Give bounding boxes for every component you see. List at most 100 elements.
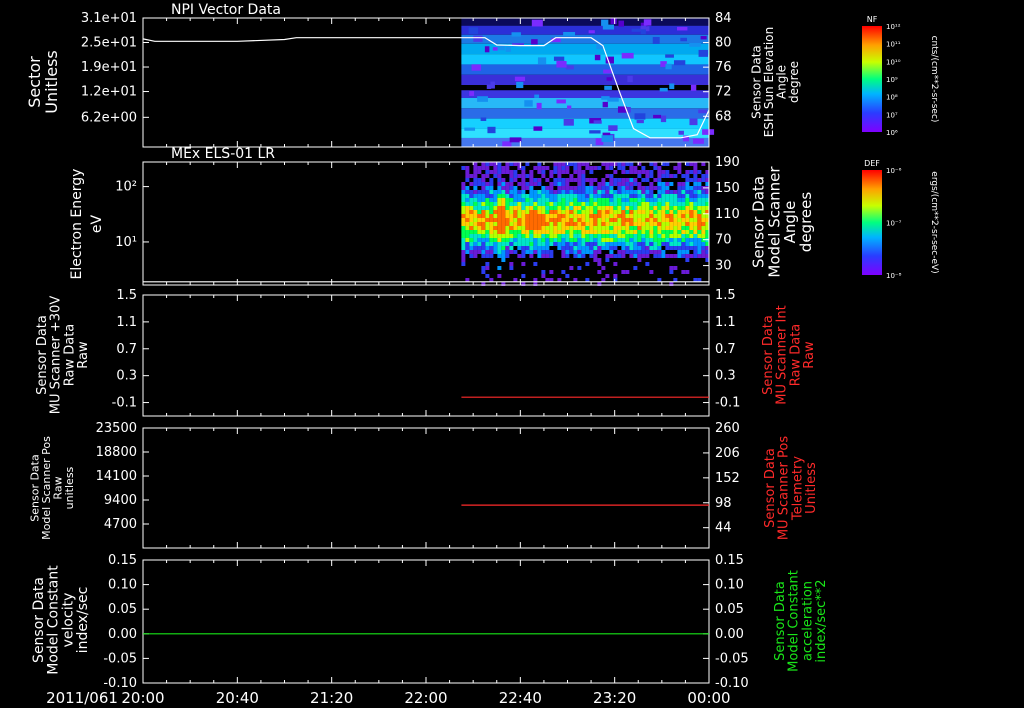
els-spectrogram-cell bbox=[529, 254, 534, 258]
els-spectrogram-cell bbox=[601, 230, 606, 234]
els-spectrogram-cell bbox=[541, 210, 546, 214]
els-spectrogram-cell bbox=[665, 218, 670, 222]
els-spectrogram-cell bbox=[573, 186, 578, 190]
els-spectrogram-cell bbox=[625, 202, 630, 206]
els-spectrogram-cell bbox=[697, 246, 702, 250]
els-spectrogram-cell bbox=[649, 234, 654, 238]
els-spectrogram-cell bbox=[473, 198, 478, 202]
els-spectrogram-cell bbox=[637, 194, 642, 198]
els-spectrogram-cell bbox=[633, 194, 638, 198]
els-spectrogram-cell bbox=[621, 178, 626, 182]
els-spectrogram-cell bbox=[681, 182, 686, 186]
els-spectrogram-cell bbox=[661, 210, 666, 214]
panel-2-ylabel-a-line: Electron Energy bbox=[69, 169, 85, 280]
els-spectrogram-cell bbox=[589, 250, 594, 254]
els-spectrogram-cell bbox=[605, 194, 610, 198]
els-spectrogram-cell bbox=[577, 182, 582, 186]
npi-spectrogram-cell bbox=[665, 63, 672, 70]
els-spectrogram-cell bbox=[597, 218, 602, 222]
npi-spectrogram-cell bbox=[471, 64, 482, 71]
els-spectrogram-cell bbox=[525, 194, 530, 198]
els-spectrogram-cell bbox=[537, 254, 542, 258]
els-spectrogram-cell bbox=[669, 266, 674, 270]
els-spectrogram-cell bbox=[617, 222, 622, 226]
els-spectrogram-cell bbox=[557, 186, 562, 190]
els-spectrogram-cell bbox=[545, 206, 550, 210]
els-spectrogram-cell bbox=[561, 242, 566, 246]
els-spectrogram-cell bbox=[601, 246, 606, 250]
npi-spectrogram-cell bbox=[565, 65, 574, 70]
els-spectrogram-cell bbox=[489, 214, 494, 218]
els-spectrogram-cell bbox=[629, 246, 634, 250]
panel-3-y2-tick-label: -0.1 bbox=[715, 396, 740, 411]
els-spectrogram-cell bbox=[633, 266, 638, 270]
els-spectrogram-cell bbox=[553, 214, 558, 218]
els-spectrogram-cell bbox=[533, 202, 538, 206]
els-spectrogram-cell bbox=[569, 206, 574, 210]
els-spectrogram-cell bbox=[669, 246, 674, 250]
els-spectrogram-cell bbox=[673, 226, 678, 230]
els-spectrogram-cell bbox=[661, 250, 666, 254]
els-spectrogram-cell bbox=[637, 230, 642, 234]
npi-spectrogram-cell bbox=[524, 100, 533, 107]
els-spectrogram-cell bbox=[485, 254, 490, 258]
npi-spectrogram-cell bbox=[556, 61, 567, 68]
els-spectrogram-cell bbox=[697, 182, 702, 186]
els-spectrogram-cell bbox=[609, 198, 614, 202]
els-spectrogram-cell bbox=[505, 162, 510, 166]
els-spectrogram-cell bbox=[513, 218, 518, 222]
els-spectrogram-cell bbox=[629, 198, 634, 202]
els-spectrogram-cell bbox=[489, 194, 494, 198]
els-spectrogram-cell bbox=[497, 230, 502, 234]
els-spectrogram-cell bbox=[613, 190, 618, 194]
els-spectrogram-cell bbox=[537, 202, 542, 206]
els-spectrogram-cell bbox=[657, 174, 662, 178]
els-spectrogram-cell bbox=[461, 230, 466, 234]
els-spectrogram-cell bbox=[577, 222, 582, 226]
els-spectrogram-cell bbox=[697, 210, 702, 214]
els-spectrogram-cell bbox=[645, 246, 650, 250]
els-spectrogram-cell bbox=[617, 198, 622, 202]
els-spectrogram-cell bbox=[513, 174, 518, 178]
els-spectrogram-cell bbox=[645, 234, 650, 238]
els-spectrogram-cell bbox=[677, 206, 682, 210]
els-spectrogram-cell bbox=[617, 210, 622, 214]
panel-1-y-tick-label: 6.2e+00 bbox=[81, 110, 137, 125]
els-spectrogram-cell bbox=[517, 234, 522, 238]
els-spectrogram-cell bbox=[621, 246, 626, 250]
npi-spectrogram-cell bbox=[567, 105, 572, 109]
els-spectrogram-cell bbox=[633, 214, 638, 218]
els-spectrogram-cell bbox=[645, 262, 650, 266]
els-spectrogram-cell bbox=[521, 246, 526, 250]
els-spectrogram-cell bbox=[549, 250, 554, 254]
els-spectrogram-cell bbox=[517, 194, 522, 198]
els-spectrogram-cell bbox=[629, 214, 634, 218]
els-spectrogram-cell bbox=[497, 182, 502, 186]
els-spectrogram-cell bbox=[661, 234, 666, 238]
els-spectrogram-cell bbox=[537, 250, 542, 254]
els-spectrogram-cell bbox=[465, 218, 470, 222]
els-spectrogram-cell bbox=[645, 174, 650, 178]
els-spectrogram-cell bbox=[633, 230, 638, 234]
panel-3-y-tick-label: 1.1 bbox=[116, 315, 137, 330]
els-spectrogram-cell bbox=[693, 222, 698, 226]
els-spectrogram-cell bbox=[505, 202, 510, 206]
els-spectrogram-cell bbox=[521, 234, 526, 238]
els-spectrogram-cell bbox=[477, 202, 482, 206]
els-spectrogram-cell bbox=[649, 242, 654, 246]
els-spectrogram-cell bbox=[517, 190, 522, 194]
els-spectrogram-cell bbox=[525, 222, 530, 226]
els-spectrogram-cell bbox=[701, 254, 706, 258]
els-spectrogram-cell bbox=[605, 258, 610, 262]
els-spectrogram-cell bbox=[569, 238, 574, 242]
panel-5-ylabel: Sensor DataModel Constantvelocityindex/s… bbox=[31, 565, 91, 675]
panel-1-y-tick-label: 3.1e+01 bbox=[81, 11, 137, 26]
els-spectrogram-cell bbox=[545, 218, 550, 222]
els-spectrogram-cell bbox=[473, 246, 478, 250]
els-spectrogram-cell bbox=[497, 238, 502, 242]
els-spectrogram-cell bbox=[661, 242, 666, 246]
els-spectrogram-cell bbox=[553, 166, 558, 170]
els-spectrogram-cell bbox=[577, 250, 582, 254]
els-spectrogram-cell bbox=[561, 178, 566, 182]
els-spectrogram-cell bbox=[553, 178, 558, 182]
